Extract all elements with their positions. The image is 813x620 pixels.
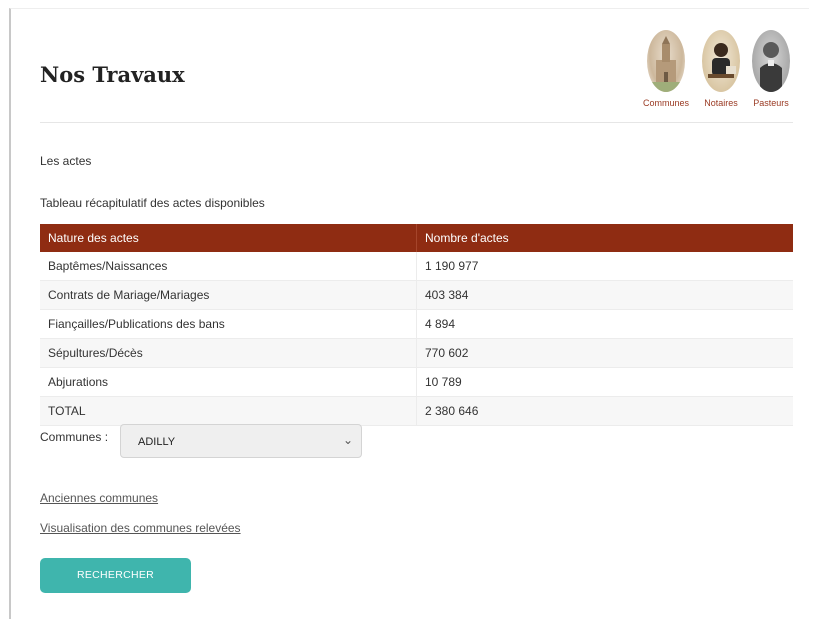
cell-count: 403 384 xyxy=(416,280,793,310)
table-row: Sépultures/Décès 770 602 xyxy=(40,338,793,368)
portrait-label: Communes xyxy=(642,98,689,108)
portrait-pasteurs[interactable]: Pasteurs xyxy=(746,30,796,108)
cell-nature: Abjurations xyxy=(40,367,417,397)
table-row: Abjurations 10 789 xyxy=(40,367,793,397)
church-image xyxy=(647,30,685,92)
communes-label: Communes : xyxy=(40,430,109,444)
cell-nature: Sépultures/Décès xyxy=(40,338,417,368)
table-row: Baptêmes/Naissances 1 190 977 xyxy=(40,252,793,281)
cell-total-count: 2 380 646 xyxy=(416,396,793,426)
cell-count: 4 894 xyxy=(416,309,793,339)
table-caption: Tableau récapitulatif des actes disponib… xyxy=(40,196,265,210)
chevron-down-icon: ⌄ xyxy=(342,433,353,447)
actes-summary-table: Nature des actes Nombre d'actes Baptêmes… xyxy=(40,224,793,426)
portrait-label: Notaires xyxy=(704,98,738,108)
page-title: Nos Travaux xyxy=(40,62,185,87)
pastor-image xyxy=(752,30,790,92)
section-label-actes: Les actes xyxy=(40,154,92,168)
table-header-row: Nature des actes Nombre d'actes xyxy=(40,224,793,252)
portrait-notaires[interactable]: Notaires xyxy=(696,30,746,108)
cell-nature: Contrats de Mariage/Mariages xyxy=(40,280,417,310)
cell-count: 770 602 xyxy=(416,338,793,368)
cell-nature: Fiançailles/Publications des bans xyxy=(40,309,417,339)
cell-total-label: TOTAL xyxy=(40,396,417,426)
column-header-nombre: Nombre d'actes xyxy=(416,224,793,252)
portrait-label: Pasteurs xyxy=(753,98,789,108)
anciennes-communes-link[interactable]: Anciennes communes xyxy=(40,491,158,505)
table-row: Fiançailles/Publications des bans 4 894 xyxy=(40,309,793,339)
notary-image xyxy=(702,30,740,92)
search-button[interactable]: RECHERCHER xyxy=(40,558,191,593)
cell-count: 1 190 977 xyxy=(416,252,793,281)
communes-selected-value: ADILLY xyxy=(138,436,176,448)
category-portraits: Communes Notaires Pasteurs xyxy=(638,30,798,120)
table-row: Contrats de Mariage/Mariages 403 384 xyxy=(40,280,793,310)
column-header-nature: Nature des actes xyxy=(40,224,417,252)
visualisation-communes-link[interactable]: Visualisation des communes relevées xyxy=(40,521,241,535)
header-divider xyxy=(40,122,793,123)
cell-count: 10 789 xyxy=(416,367,793,397)
communes-select[interactable]: ADILLY ⌄ xyxy=(120,424,362,458)
table-row-total: TOTAL 2 380 646 xyxy=(40,396,793,426)
cell-nature: Baptêmes/Naissances xyxy=(40,252,417,281)
portrait-communes[interactable]: Communes xyxy=(638,30,694,108)
